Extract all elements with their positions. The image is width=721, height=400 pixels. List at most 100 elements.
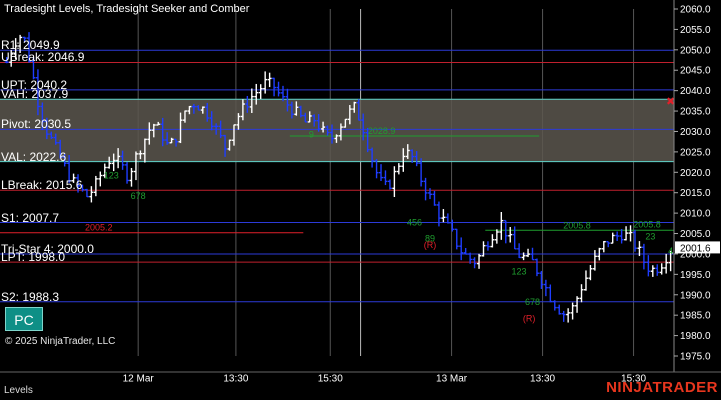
price-bar — [499, 211, 504, 240]
red-level-2005-label: 2005.2 — [85, 223, 113, 233]
price-bar — [423, 177, 428, 201]
value-area — [0, 99, 674, 162]
price-bar — [379, 164, 384, 182]
green-level-2005-label: 2005.8 — [563, 220, 591, 230]
x-tick-label: 12 Mar — [123, 373, 155, 384]
price-bar — [272, 77, 277, 97]
price-bar — [93, 175, 98, 197]
level-label-val: VAL: 2022.6 — [1, 149, 67, 164]
price-bar — [89, 186, 94, 203]
price-bar — [517, 243, 522, 259]
price-bar — [503, 219, 508, 244]
price-bar — [459, 237, 464, 261]
price-bar — [450, 219, 455, 232]
x-tick-label: 15:30 — [318, 373, 343, 384]
level-label-lbreak: LBreak: 2015.6 — [1, 178, 83, 193]
price-bar — [583, 270, 588, 291]
y-tick-label: 2055.0 — [680, 25, 711, 36]
x-tick-label: 13 Mar — [436, 373, 468, 384]
y-tick-label: 2005.0 — [680, 229, 711, 240]
price-bar — [387, 179, 392, 190]
level-label-s2: S2: 1988.3 — [1, 289, 60, 304]
price-bar — [615, 231, 620, 241]
signal-marker: 123 — [104, 170, 119, 180]
level-label-pivot: Pivot: 2030.5 — [1, 117, 72, 132]
y-tick-label: 1990.0 — [680, 290, 711, 301]
level-label-ubreak: UBreak: 2046.9 — [1, 50, 85, 65]
price-bar — [485, 241, 490, 251]
price-bar — [441, 209, 446, 223]
panel-title: Tradesight Levels, Tradesight Seeker and… — [4, 3, 250, 15]
level-label-r1: R1: 2049.9 — [1, 38, 60, 53]
ninjatrader-logo: NINJATRADER — [606, 379, 718, 396]
price-bar — [383, 170, 388, 186]
price-bar — [664, 253, 669, 274]
price-bar — [561, 310, 566, 322]
price-bar — [619, 228, 624, 244]
y-tick-label: 2045.0 — [680, 66, 711, 77]
y-tick-label: 2050.0 — [680, 45, 711, 56]
price-bar — [650, 265, 655, 277]
y-tick-label: 2015.0 — [680, 188, 711, 199]
price-bar — [392, 166, 397, 197]
price-bar — [548, 284, 553, 303]
indicator-label: Levels — [4, 385, 33, 396]
price-bar — [588, 265, 593, 281]
price-bar — [472, 257, 477, 269]
price-bar — [445, 213, 450, 224]
pc-button[interactable]: PC — [5, 307, 43, 331]
price-bar — [494, 229, 499, 244]
price-bar — [508, 227, 513, 243]
level-label-vah: VAH: 2037.9 — [1, 87, 69, 102]
signal-marker: 678 — [525, 297, 540, 307]
y-tick-label: 2060.0 — [680, 5, 711, 16]
signal-marker: (R) — [424, 240, 437, 250]
price-bar — [601, 240, 606, 253]
signal-marker: (R) — [523, 313, 536, 323]
level-label-s1: S1: 2007.7 — [1, 210, 60, 225]
price-bar — [606, 240, 611, 248]
y-tick-label: 2020.0 — [680, 168, 711, 179]
price-bar — [659, 263, 664, 275]
x-tick-label: 13:30 — [530, 373, 555, 384]
y-tick-label: 2025.0 — [680, 147, 711, 158]
signal-marker: 456 — [407, 217, 422, 227]
price-bar — [592, 250, 597, 271]
price-bar — [490, 234, 495, 248]
x-tick-label: 13:30 — [223, 373, 248, 384]
price-bar — [396, 163, 401, 175]
y-tick-label: 1985.0 — [680, 311, 711, 322]
signal-marker: 9 — [309, 130, 314, 140]
price-bar — [641, 243, 646, 270]
price-bar — [655, 264, 660, 276]
price-bar — [610, 232, 615, 244]
price-bar — [276, 81, 281, 97]
price-bar — [628, 225, 633, 242]
signal-marker: 4 — [668, 246, 673, 256]
price-bar — [454, 228, 459, 250]
signal-marker: 678 — [131, 191, 146, 201]
price-bar — [258, 84, 263, 99]
price-bar — [579, 284, 584, 303]
price-bar — [557, 304, 562, 315]
price-bar — [575, 296, 580, 313]
price-bar — [129, 167, 134, 187]
signal-marker: 123 — [511, 266, 526, 276]
y-tick-label: 2030.0 — [680, 127, 711, 138]
y-tick-label: 1975.0 — [680, 352, 711, 363]
green-level-2028-label: 2028.9 — [368, 126, 396, 136]
price-bar — [267, 72, 272, 88]
signal-marker: 2005.8 — [633, 219, 661, 229]
price-bar — [432, 190, 437, 206]
price-bar — [419, 158, 424, 187]
price-bar — [526, 248, 531, 258]
copyright-text: © 2025 NinjaTrader, LLC — [5, 336, 116, 347]
y-tick-label: 1995.0 — [680, 270, 711, 281]
price-bar — [646, 255, 651, 277]
price-bar — [125, 161, 130, 184]
price-bar — [98, 171, 103, 187]
y-tick-label: 2040.0 — [680, 86, 711, 97]
price-bar — [534, 258, 539, 277]
price-bar — [570, 302, 575, 320]
price-bar — [477, 253, 482, 269]
